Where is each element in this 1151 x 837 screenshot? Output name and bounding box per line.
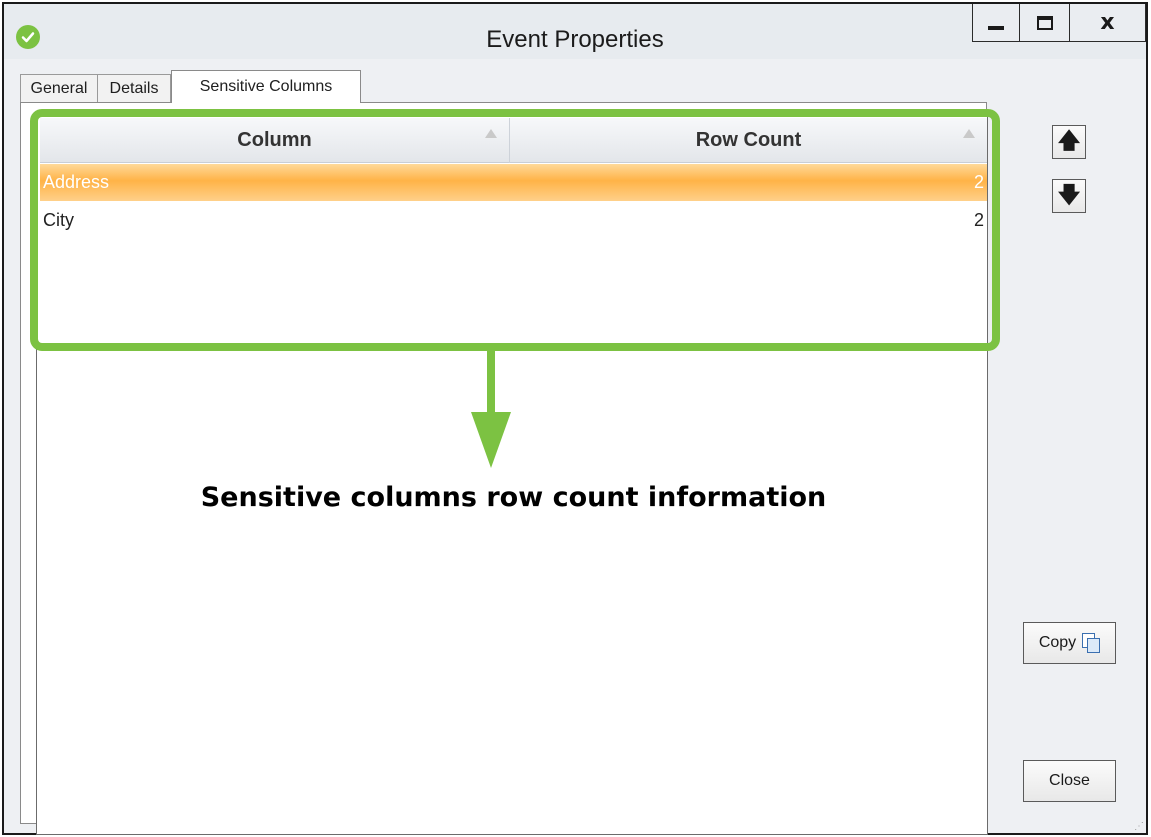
grid-header: Column Row Count <box>40 118 987 163</box>
close-window-button[interactable]: x <box>1070 4 1146 42</box>
sort-ascending-icon <box>963 129 975 138</box>
cell-row-count: 2 <box>973 172 984 192</box>
cell-row-count: 2 <box>973 210 984 230</box>
copy-icon <box>1082 633 1101 653</box>
move-down-button[interactable]: 🡇 <box>1052 179 1086 213</box>
tab-general[interactable]: General <box>20 74 98 102</box>
close-button-label: Close <box>1049 772 1090 789</box>
column-header-column[interactable]: Column <box>40 118 510 163</box>
arrow-up-icon: 🡅 <box>1057 129 1081 154</box>
tab-details[interactable]: Details <box>98 74 171 102</box>
close-icon: x <box>1100 10 1115 35</box>
sort-ascending-icon <box>485 129 497 138</box>
annotation-arrow-shaft <box>487 350 495 420</box>
arrow-down-icon: 🡇 <box>1057 183 1081 208</box>
table-row[interactable]: Address 2 <box>40 164 987 201</box>
copy-button-label: Copy <box>1038 634 1077 651</box>
annotation-caption: Sensitive columns row count information <box>200 482 827 513</box>
title-bar[interactable]: Event Properties x <box>4 4 1146 59</box>
maximize-icon <box>1036 15 1053 30</box>
minimize-button[interactable] <box>972 4 1020 42</box>
cell-column: City <box>43 210 74 230</box>
cell-column: Address <box>43 172 110 192</box>
close-button[interactable]: Close <box>1023 760 1116 802</box>
arrow-down-icon <box>471 412 511 468</box>
copy-button[interactable]: Copy <box>1023 622 1116 664</box>
minimize-icon <box>988 25 1004 30</box>
tab-sensitive-columns[interactable]: Sensitive Columns <box>171 70 361 103</box>
maximize-button[interactable] <box>1020 4 1070 42</box>
resize-grip-icon[interactable]: ⋰ <box>1134 821 1146 833</box>
column-header-row-count[interactable]: Row Count <box>510 118 987 163</box>
move-up-button[interactable]: 🡅 <box>1052 125 1086 159</box>
table-row[interactable]: City 2 <box>40 202 987 239</box>
